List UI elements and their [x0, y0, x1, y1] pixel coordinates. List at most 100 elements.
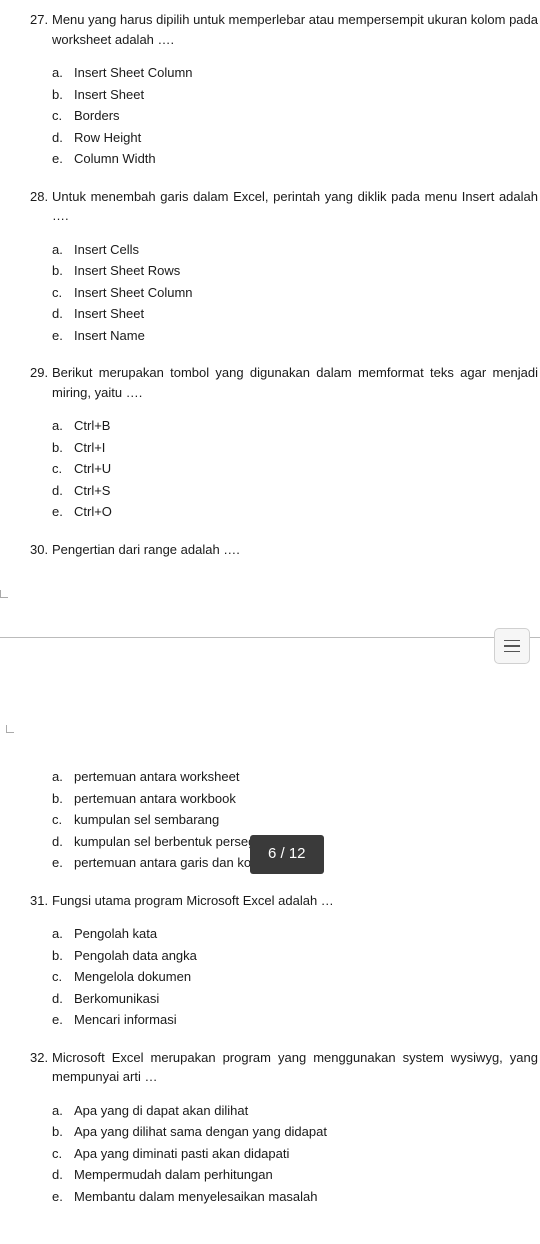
option-letter: b.	[52, 1122, 74, 1142]
option-letter: b.	[52, 85, 74, 105]
question-number: 32.	[30, 1048, 52, 1087]
option-letter: e.	[52, 1187, 74, 1207]
hamburger-line-icon	[504, 640, 520, 642]
option-letter: d.	[52, 481, 74, 501]
option-item: e. Column Width	[52, 149, 540, 169]
option-letter: e.	[52, 326, 74, 346]
option-letter: e.	[52, 1010, 74, 1030]
option-letter: c.	[52, 1144, 74, 1164]
options-list: a.Insert Sheet Column b.Insert Sheet c.B…	[30, 63, 540, 169]
option-letter: b.	[52, 438, 74, 458]
option-letter: a.	[52, 416, 74, 436]
options-list: a.Apa yang di dapat akan dilihat b.Apa y…	[30, 1101, 540, 1207]
question-text: 32. Microsoft Excel merupakan program ya…	[30, 1048, 540, 1087]
document-page-lower: a.pertemuan antara worksheet b.pertemuan…	[0, 757, 540, 1244]
option-item: a.Insert Cells	[52, 240, 540, 260]
option-letter: e.	[52, 502, 74, 522]
option-letter: c.	[52, 459, 74, 479]
question-block: 30. Pengertian dari range adalah ….	[30, 540, 540, 560]
option-text: Row Height	[74, 128, 540, 148]
question-number: 27.	[30, 10, 52, 49]
question-number: 31.	[30, 891, 52, 911]
option-letter: d.	[52, 304, 74, 324]
option-item: a.Ctrl+B	[52, 416, 540, 436]
document-page-upper: 27. Menu yang harus dipilih untuk memper…	[0, 0, 540, 597]
option-letter: d.	[52, 128, 74, 148]
option-text: Membantu dalam menyelesaikan masalah	[74, 1187, 540, 1207]
question-body: Untuk menembah garis dalam Excel, perint…	[52, 187, 538, 226]
option-text: Apa yang dilihat sama dengan yang didapa…	[74, 1122, 540, 1142]
option-item: c.Borders	[52, 106, 540, 126]
option-item: e.Mencari informasi	[52, 1010, 540, 1030]
question-body: Menu yang harus dipilih untuk memperleba…	[52, 10, 538, 49]
option-item: b.Insert Sheet Rows	[52, 261, 540, 281]
hamburger-line-icon	[504, 645, 520, 647]
option-letter: e.	[52, 149, 74, 169]
option-text: Mencari informasi	[74, 1010, 540, 1030]
question-number: 29.	[30, 363, 52, 402]
option-item: a.pertemuan antara worksheet	[52, 767, 540, 787]
crop-mark-icon	[0, 590, 8, 598]
option-item: e.Ctrl+O	[52, 502, 540, 522]
question-block: 31. Fungsi utama program Microsoft Excel…	[30, 891, 540, 1030]
option-letter: b.	[52, 946, 74, 966]
option-letter: b.	[52, 261, 74, 281]
option-item: e.Membantu dalam menyelesaikan masalah	[52, 1187, 540, 1207]
option-text: Ctrl+O	[74, 502, 540, 522]
question-block: 28. Untuk menembah garis dalam Excel, pe…	[30, 187, 540, 346]
option-letter: a.	[52, 240, 74, 260]
option-text: Column Width	[74, 149, 540, 169]
option-item: d.Berkomunikasi	[52, 989, 540, 1009]
question-body: Fungsi utama program Microsoft Excel ada…	[52, 891, 538, 911]
option-item: b.Insert Sheet	[52, 85, 540, 105]
option-text: Ctrl+B	[74, 416, 540, 436]
menu-button[interactable]	[494, 628, 530, 664]
option-letter: d.	[52, 989, 74, 1009]
option-text: pertemuan antara workbook	[74, 789, 540, 809]
option-item: c.kumpulan sel sembarang	[52, 810, 540, 830]
option-text: Insert Sheet Column	[74, 63, 540, 83]
option-text: Mempermudah dalam perhitungan	[74, 1165, 540, 1185]
option-letter: b.	[52, 789, 74, 809]
question-block: 32. Microsoft Excel merupakan program ya…	[30, 1048, 540, 1207]
option-letter: c.	[52, 967, 74, 987]
option-item: e.Insert Name	[52, 326, 540, 346]
option-text: Insert Sheet	[74, 85, 540, 105]
question-text: 28. Untuk menembah garis dalam Excel, pe…	[30, 187, 540, 226]
option-item: b.Pengolah data angka	[52, 946, 540, 966]
question-number: 30.	[30, 540, 52, 560]
option-letter: d.	[52, 832, 74, 852]
option-text: Ctrl+I	[74, 438, 540, 458]
crop-mark-icon	[6, 725, 14, 733]
option-letter: a.	[52, 767, 74, 787]
option-item: b.Ctrl+I	[52, 438, 540, 458]
question-block: 29. Berikut merupakan tombol yang diguna…	[30, 363, 540, 522]
question-body: Pengertian dari range adalah ….	[52, 540, 538, 560]
option-text: Borders	[74, 106, 540, 126]
option-item: d.Mempermudah dalam perhitungan	[52, 1165, 540, 1185]
option-item: c.Ctrl+U	[52, 459, 540, 479]
option-text: Mengelola dokumen	[74, 967, 540, 987]
option-text: Ctrl+S	[74, 481, 540, 501]
option-text: Insert Name	[74, 326, 540, 346]
option-text: Insert Sheet Rows	[74, 261, 540, 281]
option-text: pertemuan antara worksheet	[74, 767, 540, 787]
page-indicator: 6 / 12	[250, 835, 324, 874]
option-text: Insert Sheet Column	[74, 283, 540, 303]
options-list: a.Ctrl+B b.Ctrl+I c.Ctrl+U d.Ctrl+S e.Ct…	[30, 416, 540, 522]
option-item: c.Apa yang diminati pasti akan didapati	[52, 1144, 540, 1164]
option-text: Apa yang diminati pasti akan didapati	[74, 1144, 540, 1164]
options-list: a.Pengolah kata b.Pengolah data angka c.…	[30, 924, 540, 1030]
option-letter: c.	[52, 283, 74, 303]
option-text: Pengolah data angka	[74, 946, 540, 966]
option-item: a.Insert Sheet Column	[52, 63, 540, 83]
option-letter: c.	[52, 106, 74, 126]
option-item: b.pertemuan antara workbook	[52, 789, 540, 809]
question-text: 27. Menu yang harus dipilih untuk memper…	[30, 10, 540, 49]
option-item: b.Apa yang dilihat sama dengan yang dida…	[52, 1122, 540, 1142]
question-body: Microsoft Excel merupakan program yang m…	[52, 1048, 538, 1087]
option-letter: a.	[52, 1101, 74, 1121]
option-item: a.Apa yang di dapat akan dilihat	[52, 1101, 540, 1121]
option-text: Pengolah kata	[74, 924, 540, 944]
page-break-gap	[0, 637, 540, 757]
